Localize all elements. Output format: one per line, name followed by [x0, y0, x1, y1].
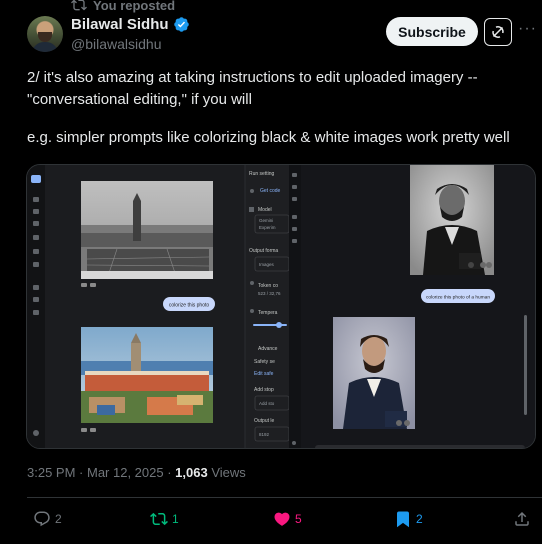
grok-button[interactable] [484, 18, 512, 46]
edit-safety-link: Edit safe [254, 371, 274, 377]
tweet-line-1: 2/ it's also amazing at taking instructi… [27, 69, 478, 86]
output-length-label: Output le [254, 418, 275, 424]
avatar[interactable] [27, 16, 63, 52]
tweet-line-2: "conversational editing," if you will [27, 91, 252, 108]
views-label: Views [207, 465, 246, 480]
add-stop-placeholder: Add sto [259, 401, 275, 406]
reply-count: 2 [55, 512, 62, 526]
subscribe-button[interactable]: Subscribe [386, 17, 478, 46]
divider [27, 497, 542, 498]
model-value-1: Gemini [259, 218, 273, 223]
bw-portrait-photo [410, 165, 494, 275]
run-settings-title: Run setting [249, 171, 275, 177]
repost-active-icon [150, 512, 168, 526]
reply-icon [34, 511, 50, 527]
output-format-label: Output forma [249, 248, 278, 254]
model-label: Model [258, 207, 272, 213]
share-button[interactable] [513, 510, 531, 528]
repost-banner-text: You reposted [93, 0, 176, 13]
bookmark-count: 2 [416, 512, 423, 526]
repost-count: 1 [172, 512, 179, 526]
color-portrait-photo [333, 317, 415, 429]
author-display-name[interactable]: Bilawal Sidhu [71, 16, 169, 33]
tweet-media[interactable]: colorize this photo Run setting Get code… [26, 164, 536, 449]
verified-badge-icon [173, 17, 189, 32]
more-icon[interactable]: ··· [518, 20, 537, 38]
model-value-2: Experim [259, 225, 276, 230]
temperature-label: Tempera [258, 310, 278, 316]
author-name-row[interactable]: Bilawal Sidhu [71, 16, 190, 33]
tweet-line-3: e.g. simpler prompts like colorizing bla… [27, 129, 510, 146]
output-format-value: Images [259, 262, 275, 267]
safety-label: Safety se [254, 359, 275, 365]
bookmark-button[interactable]: 2 [394, 510, 423, 528]
left-prompt-bubble: colorize this photo [169, 303, 210, 309]
author-block: Bilawal Sidhu @bilawalsidhu [71, 16, 190, 52]
tweet-meta: 3:25 PM · Mar 12, 2025 · 1,063 Views [27, 465, 246, 480]
advanced-label: Advance [258, 346, 278, 352]
tweet-time[interactable]: 3:25 PM [27, 465, 75, 480]
views-count: 1,063 [175, 465, 208, 480]
token-count-label: Token co [258, 283, 278, 289]
bookmark-filled-icon [397, 511, 409, 528]
output-length-value: 8192 [259, 432, 270, 437]
repost-icon [71, 0, 87, 11]
color-city-photo [81, 327, 213, 423]
like-button[interactable]: 5 [273, 510, 302, 528]
bw-city-photo [81, 181, 213, 280]
get-code-link: Get code [260, 188, 281, 194]
share-icon [515, 511, 529, 526]
repost-banner: You reposted [71, 0, 175, 13]
token-count-value: 523 / 32,76 [258, 291, 281, 296]
heart-filled-icon [274, 512, 290, 526]
like-count: 5 [295, 512, 302, 526]
tweet-text: 2/ it's also amazing at taking instructi… [27, 67, 539, 149]
reply-button[interactable]: 2 [33, 510, 62, 528]
repost-button[interactable]: 1 [150, 510, 179, 528]
author-handle[interactable]: @bilawalsidhu [71, 36, 190, 52]
right-prompt-bubble: colorize this photo of a human [426, 295, 490, 301]
add-stop-label: Add stop [254, 387, 274, 393]
tweet-date[interactable]: Mar 12, 2025 [87, 465, 164, 480]
grok-icon [492, 26, 504, 38]
